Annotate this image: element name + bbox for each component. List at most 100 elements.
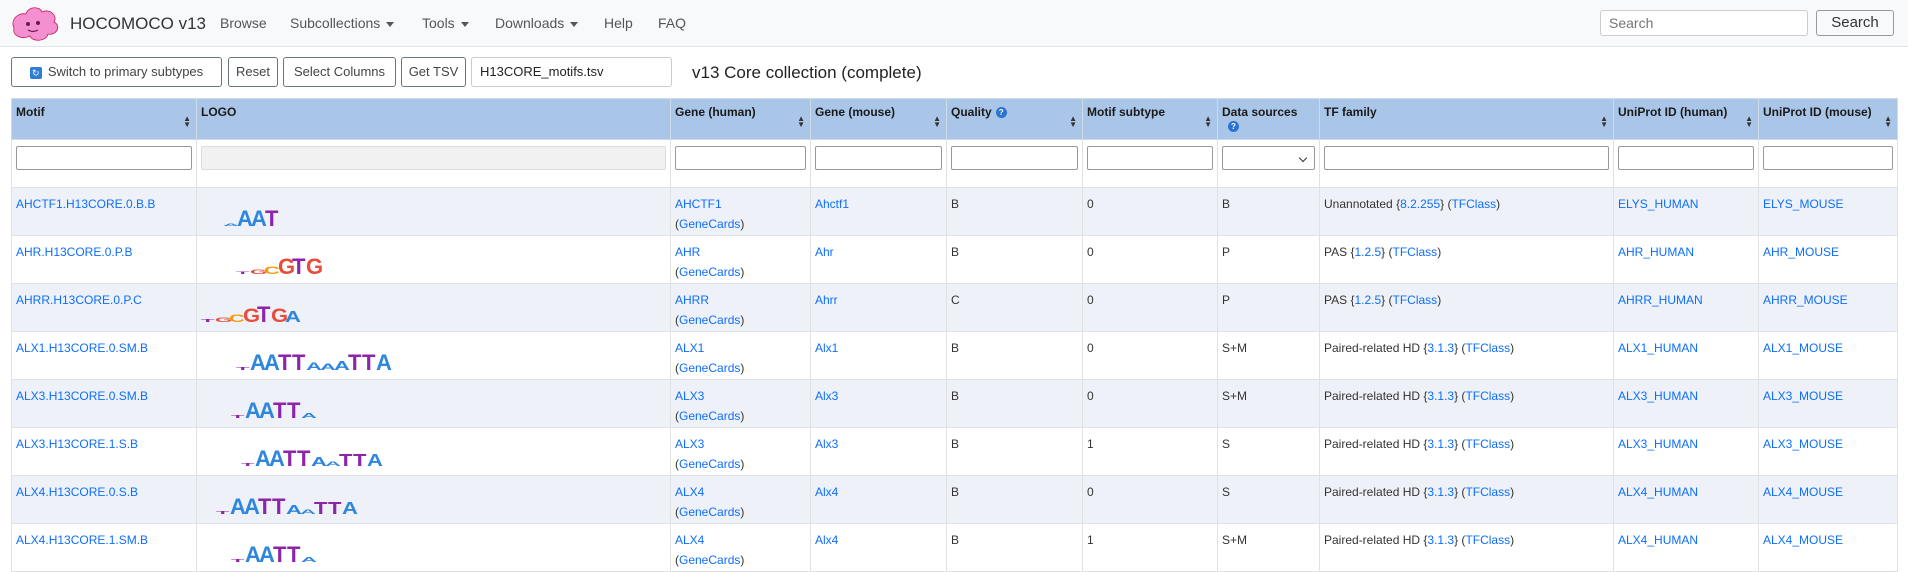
uniprot-mouse-link[interactable]: ALX1_MOUSE <box>1763 341 1843 355</box>
search-button[interactable]: Search <box>1816 10 1894 36</box>
genecards-link[interactable]: GeneCards <box>679 217 740 231</box>
gene-human-link[interactable]: AHCTF1 <box>675 197 722 211</box>
gene-human-link[interactable]: AHR <box>675 245 700 259</box>
uniprot-human-link[interactable]: ALX3_HUMAN <box>1618 437 1698 451</box>
genecards-link[interactable]: GeneCards <box>679 313 740 327</box>
filter-gene-human-input[interactable] <box>675 146 806 170</box>
col-header-motif-subtype[interactable]: Motif subtype ▲ ▼ <box>1082 98 1218 140</box>
subtype-value: 0 <box>1087 485 1094 499</box>
filter-motif-input[interactable] <box>16 146 192 170</box>
tf-family-code-link[interactable]: 8.2.255 <box>1400 197 1440 211</box>
nav-subcollections[interactable]: Subcollections <box>290 15 395 31</box>
motif-link[interactable]: ALX3.H13CORE.0.SM.B <box>16 389 148 403</box>
tfclass-link[interactable]: TFClass <box>1393 245 1438 259</box>
uniprot-mouse-link[interactable]: ALX4_MOUSE <box>1763 533 1843 547</box>
select-columns-button[interactable]: Select Columns <box>283 57 396 87</box>
tfclass-link[interactable]: TFClass <box>1393 293 1438 307</box>
filter-tf-family-input[interactable] <box>1324 146 1609 170</box>
nav-help[interactable]: Help <box>604 15 633 31</box>
get-tsv-button[interactable]: Get TSV <box>401 57 466 87</box>
gene-human-link[interactable]: AHRR <box>675 293 709 307</box>
filter-subtype-input[interactable] <box>1087 146 1213 170</box>
uniprot-mouse-link[interactable]: ELYS_MOUSE <box>1763 197 1843 211</box>
genecards-link[interactable]: GeneCards <box>679 409 740 423</box>
motif-link[interactable]: ALX4.H13CORE.1.SM.B <box>16 533 148 547</box>
reset-button[interactable]: Reset <box>228 57 278 87</box>
uniprot-mouse-link[interactable]: ALX3_MOUSE <box>1763 389 1843 403</box>
genecards-link[interactable]: GeneCards <box>679 553 740 567</box>
genecards-link[interactable]: GeneCards <box>679 505 740 519</box>
tf-family-code-link[interactable]: 3.1.3 <box>1427 389 1454 403</box>
tfclass-link[interactable]: TFClass <box>1451 197 1496 211</box>
gene-human-link[interactable]: ALX4 <box>675 485 704 499</box>
filter-uniprot-mouse-input[interactable] <box>1763 146 1893 170</box>
uniprot-human-link[interactable]: AHR_HUMAN <box>1618 245 1694 259</box>
tfclass-link[interactable]: TFClass <box>1465 485 1510 499</box>
help-icon[interactable]: ? <box>995 107 1007 119</box>
uniprot-mouse-link[interactable]: AHRR_MOUSE <box>1763 293 1848 307</box>
search-input[interactable] <box>1600 10 1808 36</box>
nav-downloads[interactable]: Downloads <box>495 15 579 31</box>
tf-family-code-link[interactable]: 3.1.3 <box>1427 485 1454 499</box>
tf-family-code-link[interactable]: 1.2.5 <box>1354 293 1381 307</box>
motif-link[interactable]: AHR.H13CORE.0.P.B <box>16 245 133 259</box>
col-header-data-sources[interactable]: Data sources? <box>1217 98 1320 140</box>
filter-data-sources-select[interactable] <box>1222 146 1315 170</box>
gene-human-link[interactable]: ALX4 <box>675 533 704 547</box>
uniprot-human-link[interactable]: ALX1_HUMAN <box>1618 341 1698 355</box>
gene-human-link[interactable]: ALX3 <box>675 389 704 403</box>
motif-link[interactable]: ALX1.H13CORE.0.SM.B <box>16 341 148 355</box>
tf-family-code-link[interactable]: 3.1.3 <box>1427 437 1454 451</box>
switch-primary-subtypes-button[interactable]: ↻ Switch to primary subtypes <box>11 57 222 87</box>
gene-human-link[interactable]: ALX1 <box>675 341 704 355</box>
uniprot-human-link[interactable]: AHRR_HUMAN <box>1618 293 1703 307</box>
brand[interactable]: HOCOMOCO v13 <box>6 0 206 47</box>
gene-mouse-link[interactable]: Alx4 <box>815 533 838 547</box>
genecards-link[interactable]: GeneCards <box>679 457 740 471</box>
gene-mouse-link[interactable]: Ahr <box>815 245 834 259</box>
uniprot-human-link[interactable]: ELYS_HUMAN <box>1618 197 1698 211</box>
tfclass-link[interactable]: TFClass <box>1465 341 1510 355</box>
motif-link[interactable]: AHRR.H13CORE.0.P.C <box>16 293 142 307</box>
tfclass-link[interactable]: TFClass <box>1465 437 1510 451</box>
gene-human-link[interactable]: ALX3 <box>675 437 704 451</box>
motif-link[interactable]: ALX4.H13CORE.0.S.B <box>16 485 138 499</box>
nav-tools[interactable]: Tools <box>422 15 469 31</box>
uniprot-human-link[interactable]: ALX3_HUMAN <box>1618 389 1698 403</box>
help-icon[interactable]: ? <box>1228 121 1239 133</box>
col-header-uniprot-mouse[interactable]: UniProt ID (mouse) ▲ ▼ <box>1758 98 1898 140</box>
tf-family-code-link[interactable]: 3.1.3 <box>1427 341 1454 355</box>
gene-mouse-link[interactable]: Alx1 <box>815 341 838 355</box>
filter-uniprot-human-input[interactable] <box>1618 146 1754 170</box>
uniprot-mouse-link[interactable]: AHR_MOUSE <box>1763 245 1839 259</box>
nav-faq[interactable]: FAQ <box>658 15 686 31</box>
genecards-link[interactable]: GeneCards <box>679 361 740 375</box>
tf-family-code-link[interactable]: 1.2.5 <box>1354 245 1381 259</box>
col-header-gene-human[interactable]: Gene (human) ▲ ▼ <box>670 98 811 140</box>
filter-gene-mouse-input[interactable] <box>815 146 942 170</box>
col-header-motif[interactable]: Motif ▲ ▼ <box>11 98 197 140</box>
tfclass-link[interactable]: TFClass <box>1465 389 1510 403</box>
uniprot-mouse-link[interactable]: ALX3_MOUSE <box>1763 437 1843 451</box>
genecards-link[interactable]: GeneCards <box>679 265 740 279</box>
col-header-quality[interactable]: Quality? ▲ ▼ <box>946 98 1083 140</box>
col-header-uniprot-human[interactable]: UniProt ID (human) ▲ ▼ <box>1613 98 1759 140</box>
sort-icon: ▲ ▼ <box>1884 114 1892 129</box>
uniprot-human-link[interactable]: ALX4_HUMAN <box>1618 485 1698 499</box>
tfclass-link[interactable]: TFClass <box>1465 533 1510 547</box>
col-header-tf-family[interactable]: TF family ▲ ▼ <box>1319 98 1614 140</box>
motif-link[interactable]: ALX3.H13CORE.1.S.B <box>16 437 138 451</box>
gene-mouse-link[interactable]: Ahctf1 <box>815 197 849 211</box>
uniprot-mouse-link[interactable]: ALX4_MOUSE <box>1763 485 1843 499</box>
gene-mouse-link[interactable]: Alx4 <box>815 485 838 499</box>
gene-mouse-link[interactable]: Alx3 <box>815 389 838 403</box>
filter-quality-input[interactable] <box>951 146 1078 170</box>
filename-input[interactable]: H13CORE_motifs.tsv <box>471 57 672 87</box>
gene-mouse-link[interactable]: Ahrr <box>815 293 838 307</box>
tf-family-code-link[interactable]: 3.1.3 <box>1427 533 1454 547</box>
gene-mouse-link[interactable]: Alx3 <box>815 437 838 451</box>
nav-browse[interactable]: Browse <box>220 15 267 31</box>
uniprot-human-link[interactable]: ALX4_HUMAN <box>1618 533 1698 547</box>
motif-link[interactable]: AHCTF1.H13CORE.0.B.B <box>16 197 155 211</box>
col-header-gene-mouse[interactable]: Gene (mouse) ▲ ▼ <box>810 98 947 140</box>
